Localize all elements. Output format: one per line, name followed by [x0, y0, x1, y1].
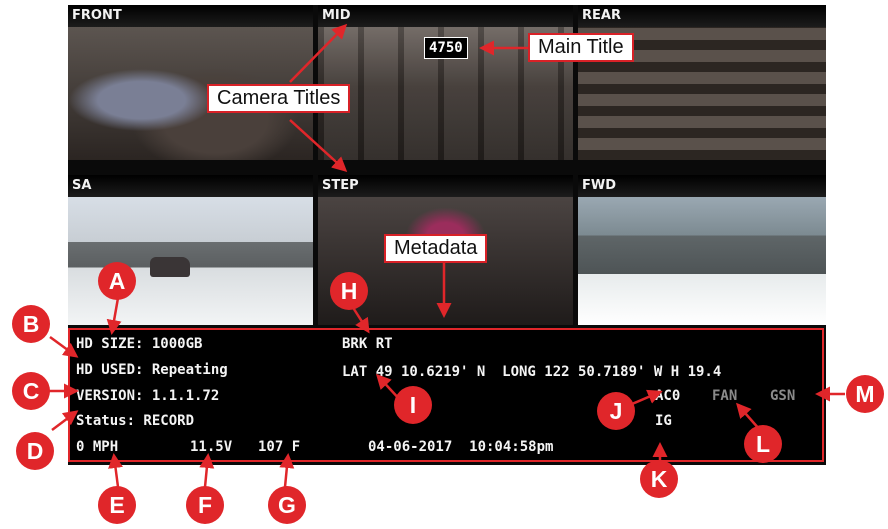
badge-b: B [12, 305, 50, 343]
badge-l: L [744, 425, 782, 463]
badge-g: G [268, 486, 306, 524]
badge-i: I [394, 386, 432, 424]
metadata-callout: Metadata [384, 234, 488, 263]
badge-j: J [597, 392, 635, 430]
badge-m: M [846, 375, 884, 413]
camera-titles-callout: Camera Titles [207, 84, 351, 113]
badge-f: F [186, 486, 224, 524]
badge-c: C [12, 372, 50, 410]
badge-h: H [330, 272, 368, 310]
main-title-callout: Main Title [528, 33, 634, 62]
badge-a: A [98, 262, 136, 300]
badge-e: E [98, 486, 136, 524]
badge-d: D [16, 432, 54, 470]
badge-k: K [640, 460, 678, 498]
